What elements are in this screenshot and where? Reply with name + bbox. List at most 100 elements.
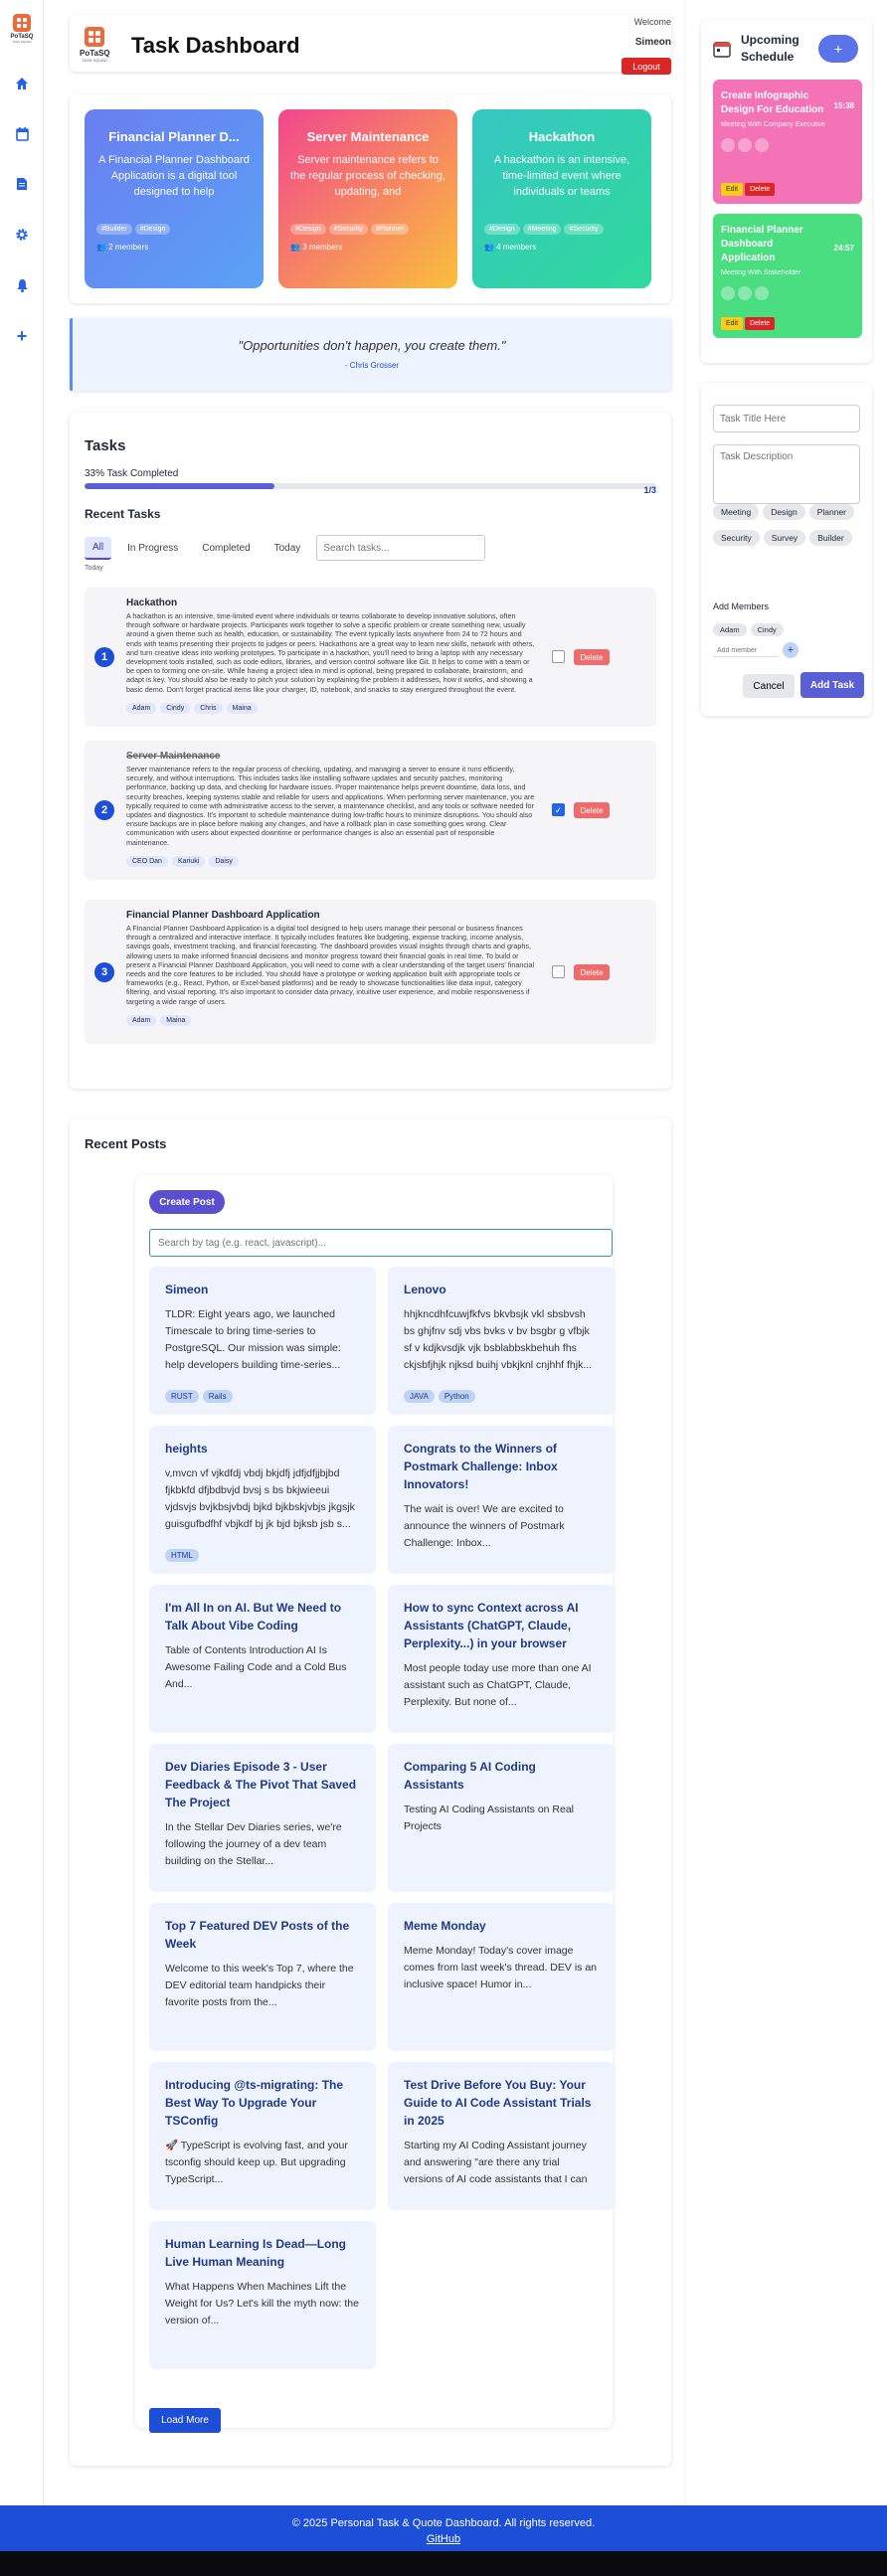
task-delete-button[interactable]: Delete — [574, 964, 610, 980]
tab-today[interactable]: Today — [266, 538, 309, 559]
tab-in-progress[interactable]: In Progress — [119, 538, 186, 559]
schedule-event[interactable]: 24:57 Financial Planner Dashboard Applica… — [713, 214, 862, 338]
project-card[interactable]: Financial Planner D... A Financial Planne… — [85, 109, 264, 288]
load-more-button[interactable]: Load More — [149, 2408, 221, 2433]
avatar — [721, 138, 735, 152]
task-delete-button[interactable]: Delete — [574, 649, 610, 665]
footer-github-link[interactable]: GitHub — [0, 2533, 887, 2545]
post-tag[interactable]: RUST — [165, 1390, 199, 1403]
member-chip[interactable]: Adam — [713, 623, 747, 636]
task-delete-button[interactable]: Delete — [574, 802, 610, 818]
task-member-chip: Maina — [226, 702, 258, 714]
category-chip[interactable]: Planner — [808, 504, 855, 520]
category-chip[interactable]: Security — [713, 530, 760, 546]
post-tag[interactable]: JAVA — [404, 1390, 435, 1403]
post-title[interactable]: heights — [165, 1440, 360, 1458]
category-chip[interactable]: Survey — [763, 530, 806, 546]
post-tag[interactable]: HTML — [165, 1549, 199, 1562]
category-chip[interactable]: Builder — [809, 530, 852, 546]
task-item[interactable]: 2 Server Maintenance Server maintenance re… — [85, 741, 656, 880]
tag-search-input[interactable] — [149, 1229, 613, 1257]
post-card[interactable]: Human Learning Is Dead—Long Live Human M… — [149, 2221, 376, 2368]
project-members-count: 3 members — [302, 243, 343, 252]
document-icon[interactable] — [11, 173, 33, 195]
task-description-input[interactable] — [713, 444, 860, 504]
gear-icon[interactable] — [11, 224, 33, 246]
member-chip[interactable]: Cindy — [750, 623, 784, 636]
post-card[interactable]: Congrats to the Winners of Postmark Chal… — [388, 1426, 615, 1573]
task-members: CEO Dan Kariuki Daisy — [126, 850, 539, 868]
task-complete-checkbox[interactable]: ✓ — [552, 803, 565, 816]
event-edit-button[interactable]: Edit — [721, 183, 744, 196]
post-title[interactable]: I'm All In on AI. But We Need to Talk Ab… — [165, 1599, 360, 1634]
event-delete-button[interactable]: Delete — [745, 317, 776, 330]
home-icon[interactable] — [11, 73, 33, 94]
event-avatars — [721, 138, 854, 157]
post-title[interactable]: Dev Diaries Episode 3 - User Feedback & … — [165, 1758, 360, 1811]
post-title[interactable]: Meme Monday — [404, 1917, 599, 1935]
create-post-button[interactable]: Create Post — [149, 1190, 225, 1214]
post-title[interactable]: Test Drive Before You Buy: Your Guide to… — [404, 2076, 599, 2130]
post-title[interactable]: Congrats to the Winners of Postmark Chal… — [404, 1440, 599, 1493]
add-schedule-button[interactable]: + — [818, 35, 858, 63]
post-tag[interactable]: Rails — [202, 1390, 233, 1403]
bell-icon[interactable] — [11, 274, 33, 296]
task-complete-checkbox[interactable] — [552, 650, 565, 663]
task-title-input[interactable] — [713, 405, 860, 432]
username: Simeon — [634, 37, 671, 48]
post-title[interactable]: Human Learning Is Dead—Long Live Human M… — [165, 2235, 360, 2271]
footer-copyright: © 2025 Personal Task & Quote Dashboard. … — [291, 2517, 596, 2529]
post-card[interactable]: I'm All In on AI. But We Need to Talk Ab… — [149, 1585, 376, 1732]
add-member-input[interactable] — [713, 645, 778, 657]
post-card[interactable]: Meme Monday Meme Monday! Today's cover im… — [388, 1903, 615, 2050]
task-item[interactable]: 3 Financial Planner Dashboard Application… — [85, 900, 656, 1044]
sidebar-logo[interactable]: PoTaSQ TASK SQUAD — [8, 14, 36, 54]
task-item[interactable]: 1 Hackathon A hackathon is an intensive, t… — [85, 588, 656, 727]
plus-icon[interactable]: + — [11, 325, 33, 347]
post-title[interactable]: Simeon — [165, 1281, 360, 1298]
add-member-button[interactable]: + — [783, 642, 798, 658]
post-title[interactable]: Lenovo — [404, 1281, 599, 1298]
task-member-chip: Adam — [126, 1014, 157, 1026]
post-card[interactable]: Dev Diaries Episode 3 - User Feedback & … — [149, 1744, 376, 1891]
category-chip[interactable]: Meeting — [713, 504, 760, 520]
tab-all[interactable]: All — [85, 536, 112, 560]
post-card[interactable]: How to sync Context across AI Assistants… — [388, 1585, 615, 1732]
post-title[interactable]: How to sync Context across AI Assistants… — [404, 1599, 599, 1652]
post-card[interactable]: heights v,mvcn vf vjkdfdj vbdj bkjdfj jdf… — [149, 1426, 376, 1573]
project-card[interactable]: Server Maintenance Server maintenance ref… — [278, 109, 457, 288]
event-avatars — [721, 286, 854, 305]
footer: © 2025 Personal Task & Quote Dashboard. … — [0, 2505, 887, 2551]
post-card[interactable]: Lenovo hhjkncdhfcuwjfkfvs bkvbsjk vkl sbs… — [388, 1267, 615, 1414]
schedule-event[interactable]: 15:38 Create Infographic Design For Educa… — [713, 80, 862, 204]
cancel-button[interactable]: Cancel — [743, 674, 795, 698]
project-description: Server maintenance refers to the regular… — [290, 154, 445, 198]
post-card[interactable]: Introducing @ts-migrating: The Best Way … — [149, 2062, 376, 2209]
post-card[interactable]: Top 7 Featured DEV Posts of the Week Welc… — [149, 1903, 376, 2050]
post-card[interactable]: Test Drive Before You Buy: Your Guide to… — [388, 2062, 615, 2209]
post-title[interactable]: Introducing @ts-migrating: The Best Way … — [165, 2076, 360, 2130]
post-card[interactable]: Simeon TLDR: Eight years ago, we launched… — [149, 1267, 376, 1414]
post-excerpt: TLDR: Eight years ago, we launched Times… — [165, 1308, 341, 1371]
post-card[interactable]: Comparing 5 AI Coding Assistants Testing … — [388, 1744, 615, 1891]
progress-bar — [85, 483, 656, 489]
post-excerpt: v,mvcn vf vjkdfdj vbdj bkjdfj jdfjdfjjbj… — [165, 1467, 355, 1530]
logout-button[interactable]: Logout — [621, 58, 671, 75]
calendar-icon[interactable] — [11, 123, 33, 145]
post-excerpt: In the Stellar Dev Diaries series, we're… — [165, 1821, 342, 1867]
project-card[interactable]: Hackathon A hackathon is an intensive, ti… — [472, 109, 651, 288]
event-delete-button[interactable]: Delete — [745, 183, 776, 196]
task-complete-checkbox[interactable] — [552, 965, 565, 978]
post-title[interactable]: Top 7 Featured DEV Posts of the Week — [165, 1917, 360, 1953]
users-icon: 👥 — [484, 243, 497, 252]
tab-completed[interactable]: Completed — [194, 538, 258, 559]
event-edit-button[interactable]: Edit — [721, 317, 744, 330]
task-member-chip: CEO Dan — [126, 855, 168, 867]
task-search-input[interactable] — [316, 535, 486, 561]
post-tag[interactable]: Python — [438, 1390, 475, 1403]
category-chip[interactable]: Design — [763, 504, 805, 520]
post-title[interactable]: Comparing 5 AI Coding Assistants — [404, 1758, 599, 1794]
project-tags: #Design #Meeting #Security — [484, 218, 639, 239]
add-task-button[interactable]: Add Task — [800, 672, 864, 698]
progress-fill — [85, 483, 275, 489]
